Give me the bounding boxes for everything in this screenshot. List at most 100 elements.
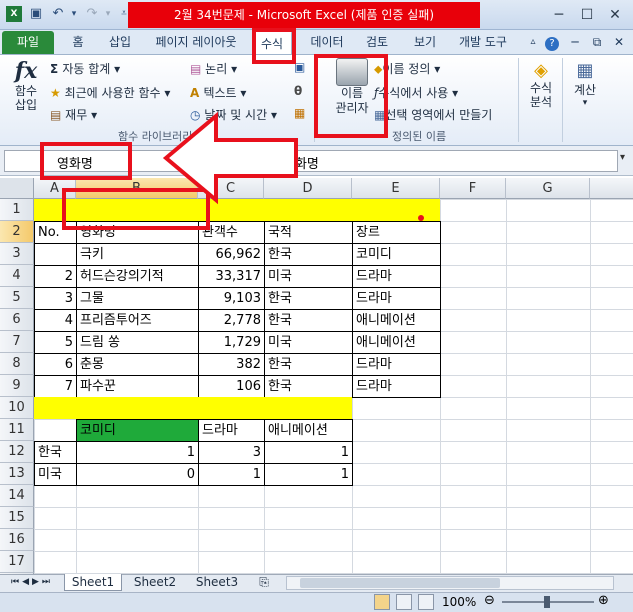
- row-header[interactable]: 11: [0, 419, 34, 441]
- cell[interactable]: 한국: [264, 375, 353, 398]
- tab-developer[interactable]: 개발 도구: [452, 30, 514, 54]
- formula-audit-button[interactable]: ◈ 수식 분석: [524, 60, 558, 109]
- column-header-e[interactable]: E: [352, 178, 440, 199]
- recent-functions-button[interactable]: ★ 최근에 사용한 함수 ▾: [50, 84, 170, 101]
- expand-formula-bar-icon[interactable]: ▾: [620, 152, 625, 163]
- row-header[interactable]: 6: [0, 309, 34, 331]
- select-all-corner[interactable]: [0, 178, 34, 199]
- row-header[interactable]: 15: [0, 507, 34, 529]
- tab-file[interactable]: 파일: [2, 31, 54, 54]
- zoom-out-icon[interactable]: ⊖: [484, 593, 495, 608]
- scrollbar-thumb[interactable]: [300, 578, 500, 588]
- sheet-tab-1[interactable]: Sheet1: [64, 574, 122, 591]
- cell[interactable]: 382: [198, 353, 265, 376]
- cell[interactable]: 드림 쏭: [76, 331, 199, 354]
- tab-view[interactable]: 보기: [410, 30, 440, 54]
- row-header[interactable]: 14: [0, 485, 34, 507]
- page-break-view-icon[interactable]: [418, 594, 434, 610]
- column-header-h[interactable]: [590, 178, 633, 199]
- row-header[interactable]: 2: [0, 221, 34, 243]
- cell[interactable]: 파수꾼: [76, 375, 199, 398]
- cell[interactable]: 2: [34, 265, 77, 288]
- cell[interactable]: 66,962: [198, 243, 265, 266]
- cell[interactable]: 드라마: [352, 375, 441, 398]
- text-button[interactable]: A 텍스트 ▾: [190, 84, 246, 101]
- cell[interactable]: 33,317: [198, 265, 265, 288]
- page-layout-view-icon[interactable]: [396, 594, 412, 610]
- workbook-minimize-icon[interactable]: ─: [566, 30, 584, 54]
- cell[interactable]: 6: [34, 353, 77, 376]
- tab-page-layout[interactable]: 페이지 레이아웃: [150, 30, 242, 54]
- cell[interactable]: 드라마: [198, 419, 265, 442]
- workbook-restore-icon[interactable]: ⧉: [588, 30, 606, 54]
- cell[interactable]: 9,103: [198, 287, 265, 310]
- cell[interactable]: 한국: [34, 441, 77, 464]
- cell[interactable]: 미국: [34, 463, 77, 486]
- cell[interactable]: 한국: [264, 243, 353, 266]
- cell[interactable]: 한국: [264, 353, 353, 376]
- cell[interactable]: 2,778: [198, 309, 265, 332]
- cell[interactable]: 7: [34, 375, 77, 398]
- row-header[interactable]: 4: [0, 265, 34, 287]
- cell[interactable]: 1: [264, 441, 353, 464]
- cell[interactable]: 0: [76, 463, 199, 486]
- cell[interactable]: 1: [264, 463, 353, 486]
- tab-home[interactable]: 홈: [66, 30, 90, 54]
- cell[interactable]: 1,729: [198, 331, 265, 354]
- redo-icon[interactable]: ↷: [84, 6, 100, 22]
- create-from-selection-button[interactable]: ▦선택 영역에서 만들기: [374, 106, 492, 123]
- cell[interactable]: 미국: [264, 265, 353, 288]
- maximize-icon[interactable]: ☐: [576, 5, 598, 25]
- row-header[interactable]: 13: [0, 463, 34, 485]
- cell[interactable]: 허드슨강의기적: [76, 265, 199, 288]
- zoom-in-icon[interactable]: ⊕: [598, 593, 609, 608]
- normal-view-icon[interactable]: [374, 594, 390, 610]
- new-sheet-icon[interactable]: ⎘: [252, 574, 276, 591]
- cell[interactable]: 4: [34, 309, 77, 332]
- cell[interactable]: 5: [34, 331, 77, 354]
- cell[interactable]: 한국: [264, 287, 353, 310]
- cell[interactable]: [34, 243, 77, 266]
- tab-review[interactable]: 검토: [362, 30, 392, 54]
- cell[interactable]: 1: [76, 441, 199, 464]
- zoom-slider-thumb[interactable]: [544, 596, 550, 608]
- cell[interactable]: 춘몽: [76, 353, 199, 376]
- cell[interactable]: 애니메이션: [352, 331, 441, 354]
- row-header[interactable]: 16: [0, 529, 34, 551]
- cell[interactable]: 극키: [76, 243, 199, 266]
- cell[interactable]: 106: [198, 375, 265, 398]
- formula-input[interactable]: 영화명: [270, 150, 618, 172]
- cell[interactable]: 드라마: [352, 287, 441, 310]
- undo-dropdown-icon[interactable]: ▾: [66, 6, 82, 22]
- cell[interactable]: 코미디: [76, 419, 199, 442]
- cell[interactable]: 3: [34, 287, 77, 310]
- cell[interactable]: 프리즘투어즈: [76, 309, 199, 332]
- cell[interactable]: 미국: [264, 331, 353, 354]
- sheet-tab-3[interactable]: Sheet3: [188, 574, 246, 591]
- row-header[interactable]: 9: [0, 375, 34, 397]
- cell[interactable]: 코미디: [352, 243, 441, 266]
- cell[interactable]: 3: [198, 441, 265, 464]
- tab-insert[interactable]: 삽입: [104, 30, 136, 54]
- theta-icon[interactable]: θ: [294, 84, 302, 98]
- sheet-nav-icon[interactable]: ⏮◀▶⏭: [4, 574, 60, 591]
- financial-button[interactable]: ▤ 재무 ▾: [50, 106, 97, 123]
- cell[interactable]: 장르: [352, 221, 441, 244]
- column-header-g[interactable]: G: [506, 178, 590, 199]
- cell[interactable]: 애니메이션: [264, 419, 353, 442]
- row-header[interactable]: 1: [0, 199, 34, 221]
- close-icon[interactable]: ✕: [604, 5, 626, 25]
- insert-function-button[interactable]: fx 함수 삽입: [8, 58, 44, 118]
- ribbon-collapse-icon[interactable]: ▵: [526, 30, 540, 54]
- redo-dropdown-icon[interactable]: ▾: [100, 6, 116, 22]
- undo-icon[interactable]: ↶: [50, 6, 66, 22]
- cell[interactable]: 애니메이션: [352, 309, 441, 332]
- cell[interactable]: 국적: [264, 221, 353, 244]
- logical-button[interactable]: ▤ 논리 ▾: [190, 60, 237, 77]
- row-header[interactable]: 7: [0, 331, 34, 353]
- row-header[interactable]: 12: [0, 441, 34, 463]
- help-icon[interactable]: ?: [544, 30, 560, 54]
- tab-data[interactable]: 데이터: [306, 30, 348, 54]
- autosum-button[interactable]: Σ 자동 합계 ▾: [50, 60, 120, 77]
- save-icon[interactable]: ▣: [28, 6, 44, 22]
